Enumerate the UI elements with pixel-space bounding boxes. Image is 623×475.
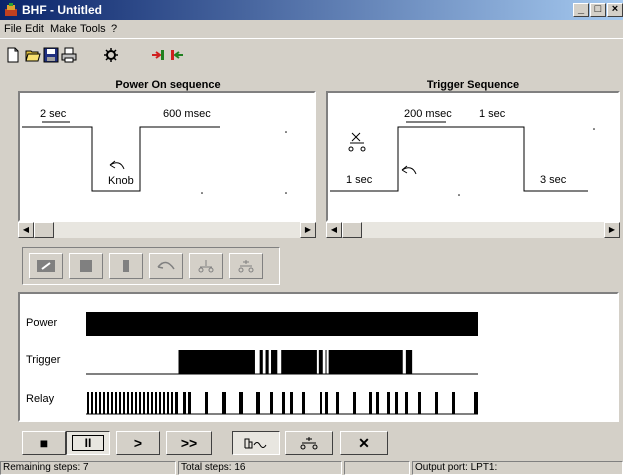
switch-icon [300,437,318,450]
menu-bar: File Edit Make Tools ? [0,20,623,38]
track-segment [86,312,478,336]
pause-button[interactable]: II [66,431,110,455]
trigger-scroll-thumb[interactable] [342,222,362,238]
track-segment [405,350,413,374]
power-scrollbar[interactable]: ◀ ▶ [18,222,316,238]
output-port-status: Output port: LPT1: [412,461,623,475]
switch-icon [348,132,366,152]
track-segment [271,350,278,374]
close-sequence-button[interactable]: ✕ [340,431,388,455]
blank-status [344,461,410,475]
trigger-sequence-view[interactable]: 200 msec 1 sec 1 sec 3 sec [326,91,620,222]
trigger-t1-label: 200 msec [404,108,452,120]
switch-open-button[interactable] [189,253,223,279]
switch-closed-button[interactable] [229,253,263,279]
high-block-icon [80,260,92,272]
trigger-waveform [330,121,595,196]
scroll-left-icon[interactable]: ◀ [18,222,34,238]
track-segment [318,350,323,374]
high-step-button[interactable] [69,253,103,279]
status-bar: Remaining steps: 7 Total steps: 16 Outpu… [0,460,623,475]
track-trigger [178,350,413,374]
track-segment [265,350,269,374]
timeline-tracks [86,312,478,415]
track-segment [281,350,317,374]
power-sequence-view[interactable]: 2 sec 600 msec Knob [18,91,316,222]
fast-forward-button[interactable]: >> [166,431,212,455]
toolbar [0,38,623,70]
trigger-left-label: 1 sec [346,174,373,186]
knob-step-button[interactable] [149,253,183,279]
track-power [86,312,478,336]
trigger-scrollbar[interactable]: ◀ ▶ [326,222,620,238]
pen-icon [37,260,55,272]
track-segment [325,350,327,374]
app-icon [5,3,17,16]
switch-open-icon [198,260,214,273]
power-t1-label: 2 sec [40,108,67,120]
power-scroll-thumb[interactable] [34,222,54,238]
timeline-view[interactable]: Power Trigger Relay [18,292,619,422]
menu-make[interactable]: Make [50,23,77,35]
track-segment [328,350,403,374]
switch-closed-icon [238,260,254,273]
trigger-panel-title: Trigger Sequence [426,79,520,91]
menu-edit[interactable]: Edit [25,23,44,35]
close-window-button[interactable]: × [607,3,623,17]
remaining-steps-status: Remaining steps: 7 [0,461,176,475]
new-file-icon[interactable] [2,45,24,65]
import-icon[interactable] [166,45,188,65]
power-panel-title: Power On sequence [115,79,221,91]
playback-controls: ■ II > >> ✕ [0,428,623,458]
low-step-button[interactable] [109,253,143,279]
trigger-right-label: 3 sec [540,174,567,186]
total-steps-status: Total steps: 16 [178,461,342,475]
scroll-right-icon[interactable]: ▶ [604,222,620,238]
maximize-button[interactable]: □ [590,3,606,17]
switch-mode-button[interactable] [285,431,333,455]
relay-track [87,392,478,414]
minimize-button[interactable]: _ [573,3,589,17]
print-icon[interactable] [58,45,80,65]
knob-icon [157,261,175,270]
hand-wave-icon [244,438,267,449]
low-block-icon [123,260,129,272]
scroll-right-icon[interactable]: ▶ [300,222,316,238]
pause-label: II [71,435,105,451]
track-segment [178,350,255,374]
track-segment [259,350,263,374]
menu-help[interactable]: ? [111,23,117,35]
trigger-t2-label: 1 sec [479,108,506,120]
menu-file[interactable]: File [4,23,22,35]
edit-tools-group [22,247,280,285]
scroll-left-icon[interactable]: ◀ [326,222,342,238]
record-knob-button[interactable] [232,431,280,455]
stop-button[interactable]: ■ [22,431,66,455]
menu-tools[interactable]: Tools [80,23,106,35]
knob-label: Knob [108,175,134,187]
play-button[interactable]: > [116,431,160,455]
app-window: BHF - Untitled _ □ × File Edit Make Tool… [0,0,623,475]
power-t2-label: 600 msec [163,108,211,120]
pen-step-button[interactable] [29,253,63,279]
settings-icon[interactable] [100,45,122,65]
window-title: BHF - Untitled [22,3,102,17]
title-bar[interactable]: BHF - Untitled _ □ × [0,0,623,20]
